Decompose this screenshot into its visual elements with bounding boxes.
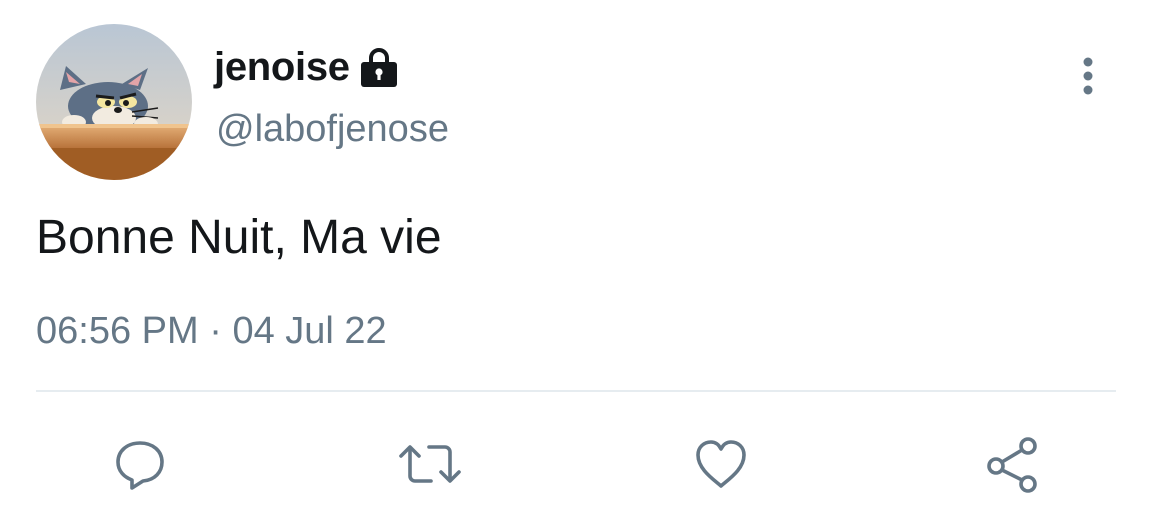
tweet-timestamp[interactable]: 06:56 PM · 04 Jul 22: [36, 310, 387, 353]
lock-icon: [358, 47, 400, 89]
divider: [36, 390, 1116, 392]
share-icon: [987, 437, 1037, 493]
action-bar: [0, 428, 1152, 500]
tweet-text: Bonne Nuit, Ma vie: [36, 211, 442, 264]
tweet-card: jenoise @labofjenose Bonne Nuit, Ma vie …: [0, 0, 1152, 532]
retweet-button[interactable]: [394, 428, 466, 500]
retweet-icon: [399, 445, 461, 483]
tweet-date: 04 Jul 22: [232, 310, 387, 352]
display-name[interactable]: jenoise: [214, 45, 350, 90]
share-button[interactable]: [976, 428, 1048, 500]
tweet-time: 06:56 PM: [36, 310, 199, 352]
cartoon-cat-avatar-icon: [36, 24, 192, 180]
more-vertical-icon: [1083, 57, 1093, 95]
more-options-button[interactable]: [1068, 52, 1108, 100]
like-button[interactable]: [685, 428, 757, 500]
reply-button[interactable]: [104, 428, 176, 500]
user-handle[interactable]: @labofjenose: [216, 108, 449, 151]
timestamp-separator: ·: [209, 310, 222, 352]
heart-icon: [696, 440, 746, 488]
avatar[interactable]: [36, 24, 192, 180]
display-name-row: jenoise: [214, 40, 400, 94]
reply-icon: [116, 441, 164, 490]
